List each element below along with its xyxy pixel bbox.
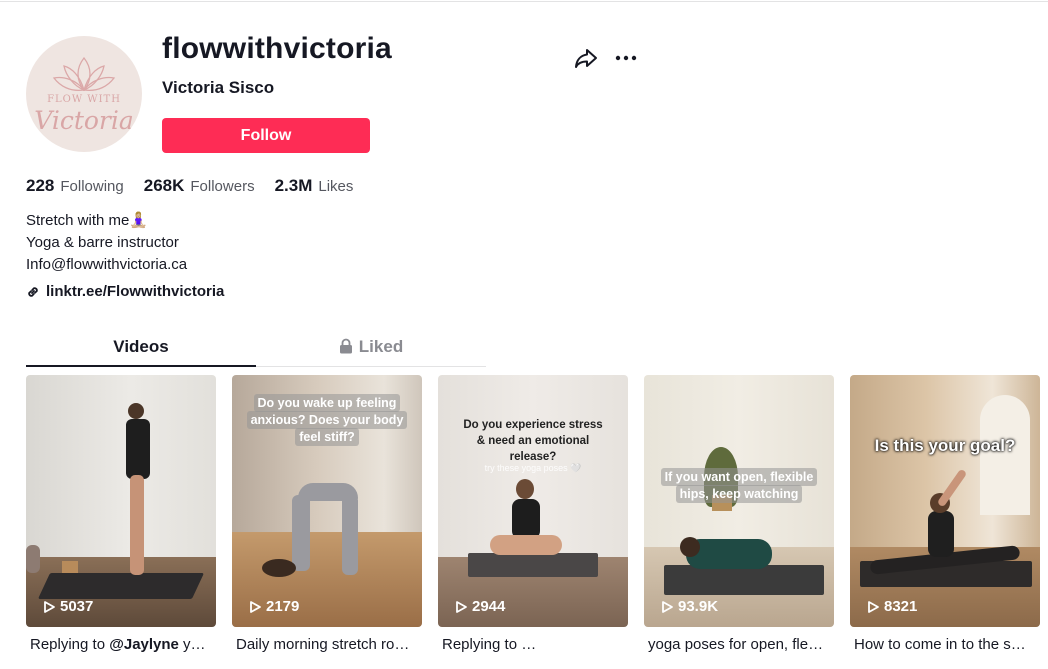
- video-caption[interactable]: Daily morning stretch ro…: [232, 636, 418, 653]
- video-card[interactable]: Is this your goal? 8321 How to come in t…: [850, 375, 1040, 653]
- view-count-value: 8321: [884, 598, 918, 615]
- video-card[interactable]: If you want open, flexible hips, keep wa…: [644, 375, 834, 653]
- view-count: 2944: [454, 598, 505, 615]
- caption-suffix: y…: [178, 636, 206, 653]
- username: flowwithvictoria: [162, 32, 392, 65]
- video-overlay-text: Is this your goal?: [874, 436, 1016, 455]
- lock-icon: [339, 338, 352, 354]
- following-count: 228: [26, 176, 55, 195]
- more-icon[interactable]: [612, 44, 640, 72]
- video-overlay-text: Do you experience stress & need an emoti…: [463, 419, 603, 463]
- tab-videos[interactable]: Videos: [26, 332, 256, 367]
- caption-mention[interactable]: @Jaylyne: [109, 636, 179, 653]
- avatar[interactable]: FLOW WITH Victoria: [26, 36, 142, 152]
- play-icon: [44, 600, 55, 613]
- likes-stat: 2.3M Likes: [275, 176, 354, 196]
- bio-line-3: Info@flowwithvictoria.ca: [26, 256, 188, 273]
- view-count-value: 2944: [472, 598, 506, 615]
- play-icon: [868, 600, 879, 613]
- video-card[interactable]: Do you experience stress & need an emoti…: [438, 375, 628, 653]
- video-card[interactable]: 5037 Replying to @Jaylyne y…: [26, 375, 216, 653]
- bio-line-2: Yoga & barre instructor: [26, 234, 179, 251]
- follow-button[interactable]: Follow: [162, 118, 370, 153]
- followers-stat[interactable]: 268K Followers: [144, 176, 255, 196]
- followers-count: 268K: [143, 176, 185, 195]
- video-caption[interactable]: Replying to …: [438, 636, 624, 653]
- video-overlay-text: If you want open, flexible hips, keep wa…: [644, 468, 834, 503]
- following-stat[interactable]: 228 Following: [26, 176, 124, 196]
- likes-count: 2.3M: [274, 176, 313, 195]
- view-count-value: 93.9K: [678, 598, 719, 615]
- video-grid: 5037 Replying to @Jaylyne y… Do you wake…: [26, 375, 1040, 653]
- view-count-value: 2179: [266, 598, 300, 615]
- caption-prefix: Replying to: [30, 636, 110, 653]
- followers-label: Followers: [190, 178, 255, 195]
- video-caption[interactable]: Replying to @Jaylyne y…: [26, 636, 212, 653]
- video-thumbnail[interactable]: 5037: [26, 375, 216, 627]
- tab-liked-label: Liked: [358, 337, 404, 356]
- share-icon[interactable]: [572, 44, 600, 72]
- following-label: Following: [60, 178, 124, 195]
- video-caption[interactable]: How to come in to the s…: [850, 636, 1036, 653]
- video-card[interactable]: Do you wake up feeling anxious? Does you…: [232, 375, 422, 653]
- video-caption[interactable]: yoga poses for open, fle…: [644, 636, 830, 653]
- profile-stats: 228 Following 268K Followers 2.3M Likes: [26, 176, 373, 198]
- view-count: 93.9K: [660, 598, 718, 615]
- video-overlay-subtext: try these yoga poses 🤍: [484, 463, 582, 473]
- avatar-text-script: Victoria: [34, 106, 134, 135]
- likes-label: Likes: [318, 178, 354, 195]
- video-thumbnail[interactable]: Is this your goal? 8321: [850, 375, 1040, 627]
- display-name: Victoria Sisco: [162, 78, 275, 97]
- link-icon: [28, 286, 38, 297]
- bio-link[interactable]: linktr.ee/Flowwithvictoria: [26, 283, 224, 300]
- view-count-value: 5037: [60, 598, 94, 615]
- video-thumbnail[interactable]: If you want open, flexible hips, keep wa…: [644, 375, 834, 627]
- profile-tabs: Videos Liked: [26, 332, 486, 367]
- video-thumbnail[interactable]: Do you wake up feeling anxious? Does you…: [232, 375, 422, 627]
- video-thumbnail[interactable]: Do you experience stress & need an emoti…: [438, 375, 628, 627]
- bio-link-label: linktr.ee/Flowwithvictoria: [46, 283, 225, 300]
- video-overlay-text: Do you wake up feeling anxious? Does you…: [232, 394, 422, 446]
- tab-liked[interactable]: Liked: [256, 332, 486, 366]
- bio: Stretch with me🧘🏼‍♀️ Yoga & barre instru…: [26, 210, 187, 276]
- top-divider: [0, 0, 1048, 2]
- view-count: 8321: [866, 598, 917, 615]
- view-count: 2179: [248, 598, 299, 615]
- view-count: 5037: [42, 598, 93, 615]
- play-icon: [456, 600, 467, 613]
- avatar-text-top: FLOW WITH: [47, 94, 121, 105]
- bio-line-1: Stretch with me🧘🏼‍♀️: [26, 212, 149, 229]
- play-icon: [250, 600, 261, 613]
- play-icon: [662, 600, 673, 613]
